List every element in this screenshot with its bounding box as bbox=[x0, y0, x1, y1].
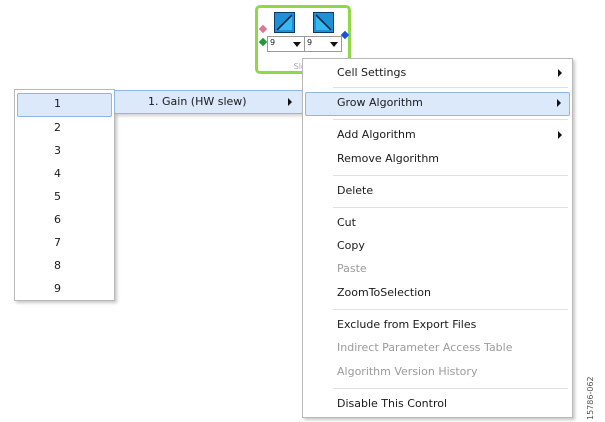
menu-item-disable-control[interactable]: Disable This Control bbox=[305, 393, 570, 415]
list-item[interactable]: 5 bbox=[17, 186, 112, 208]
menu-separator bbox=[333, 87, 568, 88]
chevron-right-icon bbox=[557, 99, 561, 107]
channel-select-left[interactable]: 9 bbox=[267, 36, 305, 52]
list-item[interactable]: 4 bbox=[17, 163, 112, 185]
chevron-down-icon bbox=[293, 42, 301, 47]
chevron-right-icon bbox=[558, 131, 562, 139]
menu-item-label: Algorithm Version History bbox=[337, 365, 478, 378]
menu-item-algorithm-version-history[interactable]: Algorithm Version History bbox=[305, 361, 570, 383]
menu-item-label: Paste bbox=[337, 262, 367, 275]
list-item[interactable]: 2 bbox=[17, 117, 112, 139]
chevron-right-icon bbox=[558, 69, 562, 77]
menu-separator bbox=[333, 119, 568, 120]
channel-select-right[interactable]: 9 bbox=[304, 36, 342, 52]
menu-item-cell-settings[interactable]: Cell Settings bbox=[305, 62, 570, 84]
menu-separator bbox=[333, 388, 568, 389]
menu-item-add-algorithm[interactable]: Add Algorithm bbox=[305, 124, 570, 146]
chevron-right-icon bbox=[288, 98, 292, 106]
menu-item-label: ZoomToSelection bbox=[337, 286, 431, 299]
menu-item-label: Disable This Control bbox=[337, 397, 448, 410]
algorithm-label: 1. Gain (HW slew) bbox=[148, 95, 247, 108]
menu-separator bbox=[333, 175, 568, 176]
list-item[interactable]: 6 bbox=[17, 209, 112, 231]
menu-item-zoom-to-selection[interactable]: ZoomToSelection bbox=[305, 282, 570, 304]
menu-item-label: Delete bbox=[337, 184, 374, 197]
menu-item-label: Cut bbox=[337, 216, 356, 229]
figure-id: 15786-062 bbox=[586, 376, 595, 420]
menu-item-label: Cell Settings bbox=[337, 66, 407, 79]
menu-item-cut[interactable]: Cut bbox=[305, 212, 570, 234]
algorithm-submenu-item[interactable]: 1. Gain (HW slew) bbox=[114, 90, 303, 114]
select-value: 9 bbox=[270, 38, 276, 47]
list-item[interactable]: 1 bbox=[17, 93, 112, 117]
menu-item-label: Grow Algorithm bbox=[337, 96, 423, 109]
input-pin-icon[interactable] bbox=[258, 24, 268, 34]
menu-separator bbox=[333, 309, 568, 310]
menu-item-copy[interactable]: Copy bbox=[305, 235, 570, 257]
list-item[interactable]: 8 bbox=[17, 255, 112, 277]
chevron-down-icon bbox=[330, 42, 338, 47]
menu-item-delete[interactable]: Delete bbox=[305, 180, 570, 202]
input-pin-icon[interactable] bbox=[258, 37, 268, 47]
list-item[interactable]: 9 bbox=[17, 278, 112, 300]
menu-item-paste[interactable]: Paste bbox=[305, 258, 570, 280]
menu-item-label: Add Algorithm bbox=[337, 128, 416, 141]
list-item[interactable]: 3 bbox=[17, 140, 112, 162]
slew-gain-tile-icon[interactable] bbox=[313, 12, 334, 33]
menu-item-indirect-parameter-access[interactable]: Indirect Parameter Access Table bbox=[305, 337, 570, 359]
menu-separator bbox=[333, 207, 568, 208]
output-pin-icon[interactable] bbox=[340, 30, 350, 40]
slew-gain-tile-icon[interactable] bbox=[274, 12, 295, 33]
menu-item-exclude-from-export[interactable]: Exclude from Export Files bbox=[305, 314, 570, 336]
context-menu[interactable]: Cell Settings Grow Algorithm Add Algorit… bbox=[302, 58, 573, 418]
menu-item-label: Remove Algorithm bbox=[337, 152, 440, 165]
menu-item-label: Exclude from Export Files bbox=[337, 318, 477, 331]
instance-count-menu[interactable]: 1 2 3 4 5 6 7 8 9 bbox=[14, 89, 115, 301]
menu-item-label: Indirect Parameter Access Table bbox=[337, 341, 513, 354]
menu-item-remove-algorithm[interactable]: Remove Algorithm bbox=[305, 148, 570, 170]
menu-item-label: Copy bbox=[337, 239, 365, 252]
select-value: 9 bbox=[307, 38, 313, 47]
list-item[interactable]: 7 bbox=[17, 232, 112, 254]
menu-item-grow-algorithm[interactable]: Grow Algorithm bbox=[305, 92, 570, 116]
